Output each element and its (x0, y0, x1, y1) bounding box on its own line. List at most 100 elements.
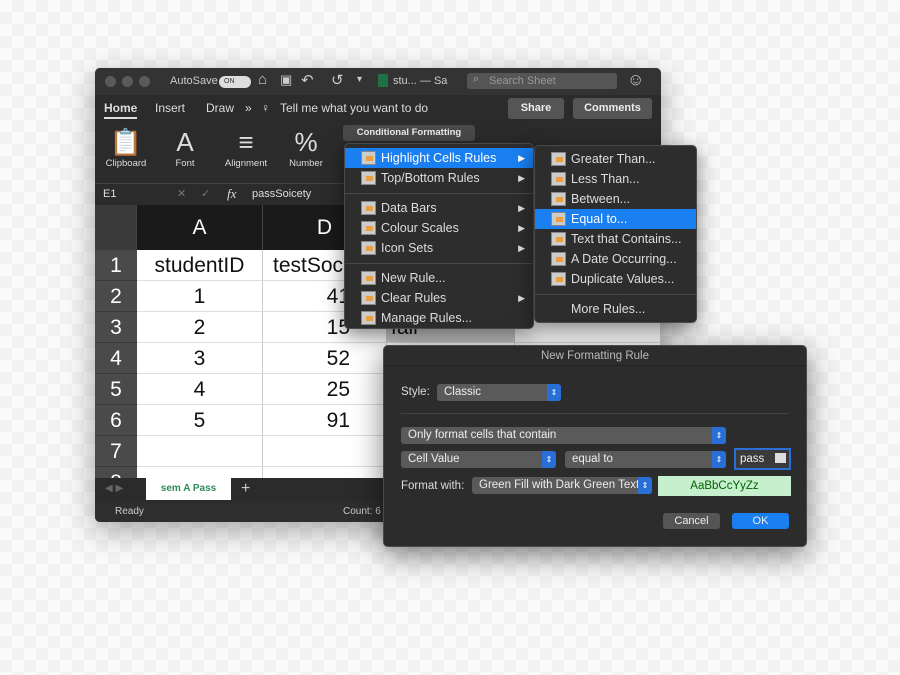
select-all-corner[interactable] (95, 205, 137, 250)
submenu-item-more-rules[interactable]: More Rules... (535, 299, 696, 319)
add-sheet-button[interactable]: + (241, 480, 250, 498)
cell-d[interactable] (263, 467, 387, 478)
redo-icon[interactable]: ↺ (331, 71, 344, 89)
alignment-icon: ≡ (238, 127, 254, 157)
font-icon: A (176, 127, 194, 157)
minimize-button[interactable] (122, 76, 133, 87)
dialog-title: New Formatting Rule (384, 346, 806, 366)
submenu-item-text-that-contains[interactable]: Text that Contains... (535, 229, 696, 249)
home-icon[interactable]: ⌂ (258, 71, 267, 88)
zoom-button[interactable] (139, 76, 150, 87)
tab-draw[interactable]: Draw (206, 101, 234, 115)
cell-value-select[interactable]: Cell Value ⇕ (401, 451, 556, 468)
cell-d[interactable]: 91 (263, 405, 387, 436)
row-header[interactable]: 2 (95, 281, 137, 312)
conditional-formatting-menu: Highlight Cells Rules ▶ Top/Bottom Rules ▶ D… (344, 143, 534, 329)
tab-home[interactable]: Home (104, 101, 138, 119)
ok-button[interactable]: OK (732, 513, 789, 529)
cell-a[interactable]: 3 (137, 343, 263, 374)
title-bar: AutoSave ON ⌂ ▣ ↶ ↺ ▾ stu... — Sa Search… (95, 68, 661, 95)
clipboard-group[interactable]: 📋 Clipboard (103, 126, 149, 169)
submenu-item-duplicate-values[interactable]: Duplicate Values... (535, 269, 696, 289)
menu-item-manage-rules[interactable]: Manage Rules... (345, 308, 533, 328)
format-preview: AaBbCcYyZz (658, 476, 791, 496)
menu-item-icon-sets[interactable]: Icon Sets ▶ (345, 238, 533, 258)
cell-d[interactable]: 52 (263, 343, 387, 374)
row-header[interactable]: 4 (95, 343, 137, 374)
menu-item-top-bottom-rules[interactable]: Top/Bottom Rules ▶ (345, 168, 533, 188)
rule-icon (551, 252, 566, 266)
menu-item-colour-scales[interactable]: Colour Scales ▶ (345, 218, 533, 238)
submenu-item-less-than[interactable]: Less Than... (535, 169, 696, 189)
row-header[interactable]: 1 (95, 250, 137, 281)
cancel-button[interactable]: Cancel (663, 513, 720, 529)
more-tabs-icon[interactable]: » (245, 101, 252, 115)
format-with-label: Format with: (401, 480, 465, 492)
rule-icon (361, 291, 376, 305)
range-picker-icon[interactable] (775, 453, 786, 463)
cell-d[interactable]: 25 (263, 374, 387, 405)
comments-button[interactable]: Comments (573, 98, 652, 119)
row-header[interactable]: 3 (95, 312, 137, 343)
rule-icon (551, 192, 566, 206)
row-header[interactable]: 8 (95, 467, 137, 478)
font-group[interactable]: A Font (165, 126, 205, 169)
cell-a[interactable]: studentID (137, 250, 263, 281)
cell-a[interactable]: 4 (137, 374, 263, 405)
name-box[interactable]: E1 (103, 188, 116, 200)
sheet-nav-arrows[interactable]: ◀ ▶ (105, 483, 123, 494)
menu-item-clear-rules[interactable]: Clear Rules ▶ (345, 288, 533, 308)
enter-icon[interactable]: ✓ (201, 187, 210, 200)
tab-insert[interactable]: Insert (155, 101, 185, 115)
save-icon[interactable]: ▣ (280, 72, 292, 88)
menu-item-highlight-cells-rules[interactable]: Highlight Cells Rules ▶ (345, 148, 533, 168)
cell-a[interactable] (137, 467, 263, 478)
submenu-item-a-date-occurring[interactable]: A Date Occurring... (535, 249, 696, 269)
account-icon[interactable]: ☺ (627, 70, 644, 90)
menu-item-data-bars[interactable]: Data Bars ▶ (345, 198, 533, 218)
rule-icon (361, 201, 376, 215)
format-select[interactable]: Green Fill with Dark Green Text ⇕ (472, 477, 652, 494)
sheet-tab[interactable]: sem A Pass (146, 478, 231, 500)
search-icon: ⌕ (473, 73, 480, 85)
submenu-item-equal-to[interactable]: Equal to... (535, 209, 696, 229)
search-input[interactable]: Search Sheet (467, 73, 617, 89)
rule-icon (361, 221, 376, 235)
tell-me-input[interactable]: Tell me what you want to do (280, 101, 428, 115)
rule-icon (551, 272, 566, 286)
customize-icon[interactable]: ▾ (357, 74, 362, 85)
share-button[interactable]: Share (508, 98, 564, 119)
number-group[interactable]: % Number (283, 126, 329, 169)
value-input[interactable]: pass (734, 448, 791, 470)
row-header[interactable]: 5 (95, 374, 137, 405)
autosave-toggle[interactable]: ON (219, 76, 251, 88)
status-ready: Ready (115, 506, 144, 517)
undo-icon[interactable]: ↶ (301, 71, 314, 89)
alignment-group[interactable]: ≡ Alignment (221, 126, 271, 169)
cell-a[interactable]: 1 (137, 281, 263, 312)
cell-a[interactable] (137, 436, 263, 467)
conditional-formatting-button[interactable]: Conditional Formatting (343, 125, 475, 141)
style-select[interactable]: Classic ⇕ (437, 384, 561, 401)
row-header[interactable]: 6 (95, 405, 137, 436)
file-name[interactable]: stu... — Sa (393, 75, 447, 87)
rule-type-select[interactable]: Only format cells that contain ⇕ (401, 427, 726, 444)
submenu-item-between[interactable]: Between... (535, 189, 696, 209)
cell-a[interactable]: 5 (137, 405, 263, 436)
operator-select[interactable]: equal to ⇕ (565, 451, 726, 468)
formula-input[interactable]: passSoicety (252, 188, 311, 200)
rule-icon (551, 172, 566, 186)
cancel-icon[interactable]: ✕ (177, 187, 186, 200)
rule-icon (551, 152, 566, 166)
submenu-item-greater-than[interactable]: Greater Than... (535, 149, 696, 169)
menu-item-new-rule[interactable]: New Rule... (345, 268, 533, 288)
cell-a[interactable]: 2 (137, 312, 263, 343)
column-header-a[interactable]: A (137, 205, 263, 250)
row-header[interactable]: 7 (95, 436, 137, 467)
fx-icon[interactable]: fx (227, 186, 236, 202)
rule-icon (361, 271, 376, 285)
close-button[interactable] (105, 76, 116, 87)
rule-icon (361, 171, 376, 185)
cell-d[interactable] (263, 436, 387, 467)
rule-icon (361, 241, 376, 255)
